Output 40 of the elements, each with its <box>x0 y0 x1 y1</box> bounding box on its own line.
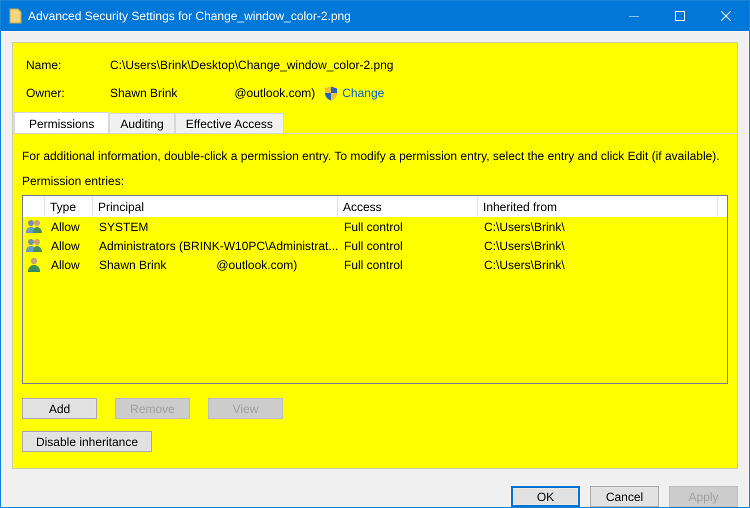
window-title: Advanced Security Settings for Change_window_color-2.png <box>28 9 351 23</box>
table-cell: C:\Users\Brink\ <box>484 238 565 252</box>
table-cell: Allow <box>51 238 80 252</box>
user-group-icon <box>25 238 43 253</box>
table-cell: SYSTEM <box>99 220 148 234</box>
table-cell: Full control <box>344 220 403 234</box>
tab[interactable]: Permissions <box>14 112 110 134</box>
column-header[interactable]: Inherited from <box>483 200 558 214</box>
column-header[interactable]: Type <box>50 200 76 214</box>
tab[interactable]: Effective Access <box>174 113 284 133</box>
table-cell: @outlook.com) <box>216 258 298 272</box>
disable-inheritance-button[interactable]: Disable inheritance <box>22 431 152 452</box>
field-label: Name: <box>26 58 62 72</box>
info-text: For additional information, double-click a permission entry. To modify a permission entry, select the entry and click Edit (if available). <box>22 149 721 163</box>
table-cell: Allow <box>51 258 80 272</box>
column-header[interactable]: Principal <box>98 200 144 214</box>
user-icon <box>27 257 41 272</box>
document-icon <box>9 8 22 24</box>
field-value: Shawn Brink <box>110 86 178 100</box>
table-cell: Full control <box>344 258 403 272</box>
change-link[interactable]: Change <box>342 86 384 100</box>
tab[interactable]: Auditing <box>109 113 175 133</box>
table-cell: Administrators (BRINK-W10PC\Administrat... <box>99 238 338 252</box>
field-value: @outlook.com) <box>234 86 316 100</box>
table-cell: Full control <box>344 238 403 252</box>
field-value: C:\Users\Brink\Desktop\Change_window_color-2.png <box>110 58 394 72</box>
table-cell: C:\Users\Brink\ <box>484 220 565 234</box>
entry-button[interactable]: Add <box>22 398 97 419</box>
field-label: Owner: <box>26 86 66 100</box>
table-cell: Allow <box>51 220 80 234</box>
section-label: Permission entries: <box>22 174 126 188</box>
user-group-icon <box>25 219 43 234</box>
dialog-button[interactable]: OK <box>511 486 580 507</box>
shield-icon <box>324 86 338 100</box>
dialog-button[interactable]: Cancel <box>590 486 659 507</box>
table-cell: C:\Users\Brink\ <box>484 258 565 272</box>
maximize-icon <box>675 11 685 21</box>
table-cell: Shawn Brink <box>99 258 166 272</box>
close-icon <box>721 11 731 21</box>
column-header[interactable]: Access <box>343 200 382 214</box>
